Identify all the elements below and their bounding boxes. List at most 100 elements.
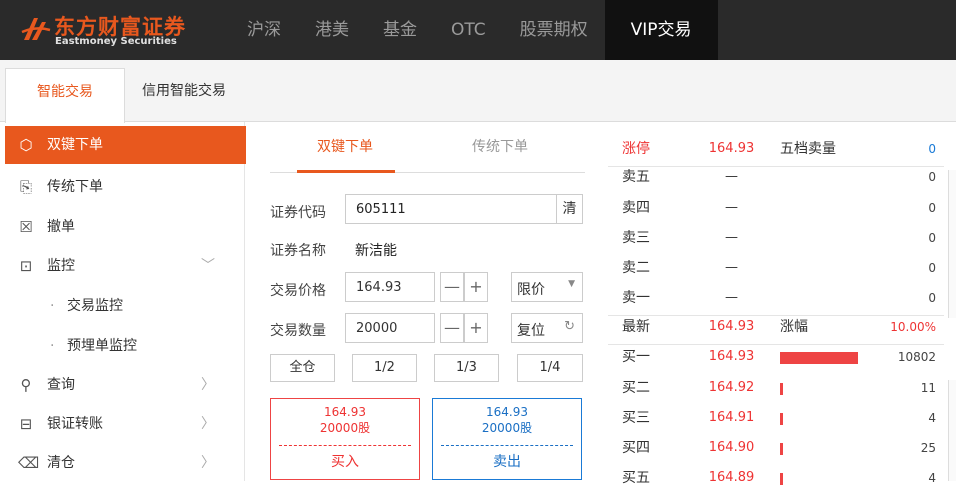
monitor-icon: ⊡: [19, 257, 33, 275]
nav-item-hushen[interactable]: 沪深: [230, 0, 298, 60]
price-input[interactable]: 164.93: [345, 272, 435, 302]
nav-item-gangmei[interactable]: 港美: [298, 0, 366, 60]
transfer-icon: ⊟: [19, 415, 33, 433]
qty-decrease-button[interactable]: —: [440, 313, 464, 343]
ask-row[interactable]: 卖四 — 0: [608, 193, 940, 223]
nav-item-otc[interactable]: OTC: [434, 0, 503, 60]
trade-mode-tabs: 智能交易 信用智能交易: [0, 60, 956, 123]
name-label: 证券名称: [270, 243, 326, 259]
chevron-down-icon: ﹀: [201, 258, 215, 274]
nav-item-fund[interactable]: 基金: [366, 0, 434, 60]
ask-label: 卖一: [622, 290, 650, 306]
sidebar-item-bank-transfer[interactable]: ⊟ 银证转账 〉: [5, 405, 246, 443]
top-navbar: 东方财富证券 Eastmoney Securities 沪深 港美 基金 OTC…: [0, 0, 956, 60]
sidebar-item-traditional-order[interactable]: ⎘ 传统下单: [5, 168, 246, 206]
ask-price: —: [725, 230, 738, 245]
price-increase-button[interactable]: +: [464, 272, 488, 302]
buy-label: 买入: [331, 454, 359, 470]
ask-row[interactable]: 卖二 — 0: [608, 253, 940, 283]
last-price[interactable]: 164.93: [708, 312, 755, 342]
brand-name-en: Eastmoney Securities: [55, 36, 177, 47]
nav-item-options[interactable]: 股票期权: [503, 0, 605, 60]
chevron-right-icon: 〉: [201, 416, 215, 432]
bid-volume-bar: [780, 413, 783, 425]
half-position-button[interactable]: 1/2: [352, 354, 417, 382]
sidebar-item-cancel[interactable]: ☒ 撤单: [5, 208, 246, 246]
five-sell-label: 五档卖量: [780, 141, 836, 157]
bid-volume-bar: [780, 352, 858, 364]
sidebar-item-monitor[interactable]: ⊡ 监控 ﹀: [5, 247, 246, 285]
last-price-row: 最新 164.93 涨幅 10.00%: [608, 312, 940, 342]
sidebar-subitem-label: 预埋单监控: [67, 338, 137, 354]
bid-row[interactable]: 买二 164.92 11: [608, 373, 940, 403]
ask-volume: 0: [928, 170, 936, 184]
sidebar-item-clear-position[interactable]: ⌫ 清仓 〉: [5, 444, 246, 482]
bid-label: 买三: [622, 410, 650, 426]
nav-item-vip[interactable]: VIP交易: [604, 0, 718, 60]
bid-volume: 11: [920, 381, 936, 395]
qty-increase-button[interactable]: +: [464, 313, 488, 343]
sell-price: 164.93: [486, 405, 528, 419]
adjacent-panel-edge: [948, 170, 956, 318]
quantity-input[interactable]: 20000: [345, 313, 435, 343]
search-icon: ⚲: [20, 376, 32, 394]
ask-row[interactable]: 卖五 — 0: [608, 162, 940, 192]
bid-row[interactable]: 买一 164.93 10802: [608, 342, 940, 372]
sidebar-item-label: 传统下单: [47, 179, 103, 195]
bid-volume: 25: [920, 441, 936, 455]
main-nav: 沪深 港美 基金 OTC 股票期权 VIP交易: [230, 0, 718, 60]
buy-button[interactable]: 164.93 20000股 买入: [270, 398, 420, 480]
full-position-button[interactable]: 全仓: [270, 354, 335, 382]
bid-label: 买四: [622, 440, 650, 456]
ask-label: 卖五: [622, 169, 650, 185]
tab-smart-trade[interactable]: 智能交易: [5, 68, 125, 123]
sidebar-subitem-label: 交易监控: [67, 298, 123, 314]
order-form: 双键下单 传统下单 证券代码 605111 清 证券名称 新洁能 交易价格 16…: [255, 122, 600, 481]
security-code-input[interactable]: 605111 清: [345, 194, 583, 224]
bid-price: 164.89: [708, 470, 755, 485]
third-position-button[interactable]: 1/3: [434, 354, 499, 382]
tab-dual-key-order[interactable]: 双键下单: [317, 136, 373, 156]
reset-button[interactable]: 复位 ↻: [511, 313, 583, 343]
sell-label: 卖出: [493, 454, 521, 470]
active-tab-underline: [297, 170, 395, 173]
buy-price: 164.93: [324, 405, 366, 419]
last-label: 最新: [622, 319, 650, 335]
brand-logo-icon: [21, 18, 51, 40]
tab-traditional-order[interactable]: 传统下单: [472, 136, 528, 156]
order-book: 涨停 164.93 五档卖量 0 卖五 — 0 卖四 — 0 卖三 — 0 卖二…: [608, 122, 948, 486]
sidebar-item-dual-key-order[interactable]: ⬡ 双键下单: [5, 126, 246, 164]
sidebar-item-query[interactable]: ⚲ 查询 〉: [5, 366, 246, 404]
limit-up-label: 涨停: [622, 141, 650, 157]
quarter-position-button[interactable]: 1/4: [517, 354, 583, 382]
ask-row[interactable]: 卖三 — 0: [608, 223, 940, 253]
limit-up-price[interactable]: 164.93: [708, 134, 755, 164]
qty-label: 交易数量: [270, 323, 326, 339]
cube-icon: ⬡: [19, 136, 33, 154]
ask-volume: 0: [928, 201, 936, 215]
clear-button[interactable]: 清: [556, 195, 582, 223]
ask-price: —: [725, 169, 738, 184]
tab-credit-smart-trade[interactable]: 信用智能交易: [142, 68, 226, 122]
sell-button[interactable]: 164.93 20000股 卖出: [432, 398, 582, 480]
refresh-icon: ↻: [564, 319, 575, 334]
limit-up-row: 涨停 164.93 五档卖量 0: [608, 134, 940, 164]
bid-volume: 10802: [897, 350, 936, 364]
price-decrease-button[interactable]: —: [440, 272, 464, 302]
bid-row[interactable]: 买五 164.89 4: [608, 463, 940, 493]
ask-price: —: [725, 290, 738, 305]
ask-label: 卖三: [622, 230, 650, 246]
bid-row[interactable]: 买三 164.91 4: [608, 403, 940, 433]
bid-row[interactable]: 买四 164.90 25: [608, 433, 940, 463]
bid-volume-bar: [780, 443, 783, 455]
sidebar-item-label: 查询: [47, 377, 75, 393]
brand-logo[interactable]: 东方财富证券 Eastmoney Securities: [20, 8, 210, 52]
bid-label: 买二: [622, 380, 650, 396]
bid-label: 买五: [622, 470, 650, 486]
bullet-icon: ·: [50, 298, 55, 314]
ask-label: 卖四: [622, 200, 650, 216]
sidebar-item-label: 银证转账: [47, 416, 103, 432]
ask-row[interactable]: 卖一 — 0: [608, 283, 940, 313]
price-type-select[interactable]: 限价 ▼: [511, 272, 583, 302]
caret-down-icon: ▼: [568, 279, 575, 289]
